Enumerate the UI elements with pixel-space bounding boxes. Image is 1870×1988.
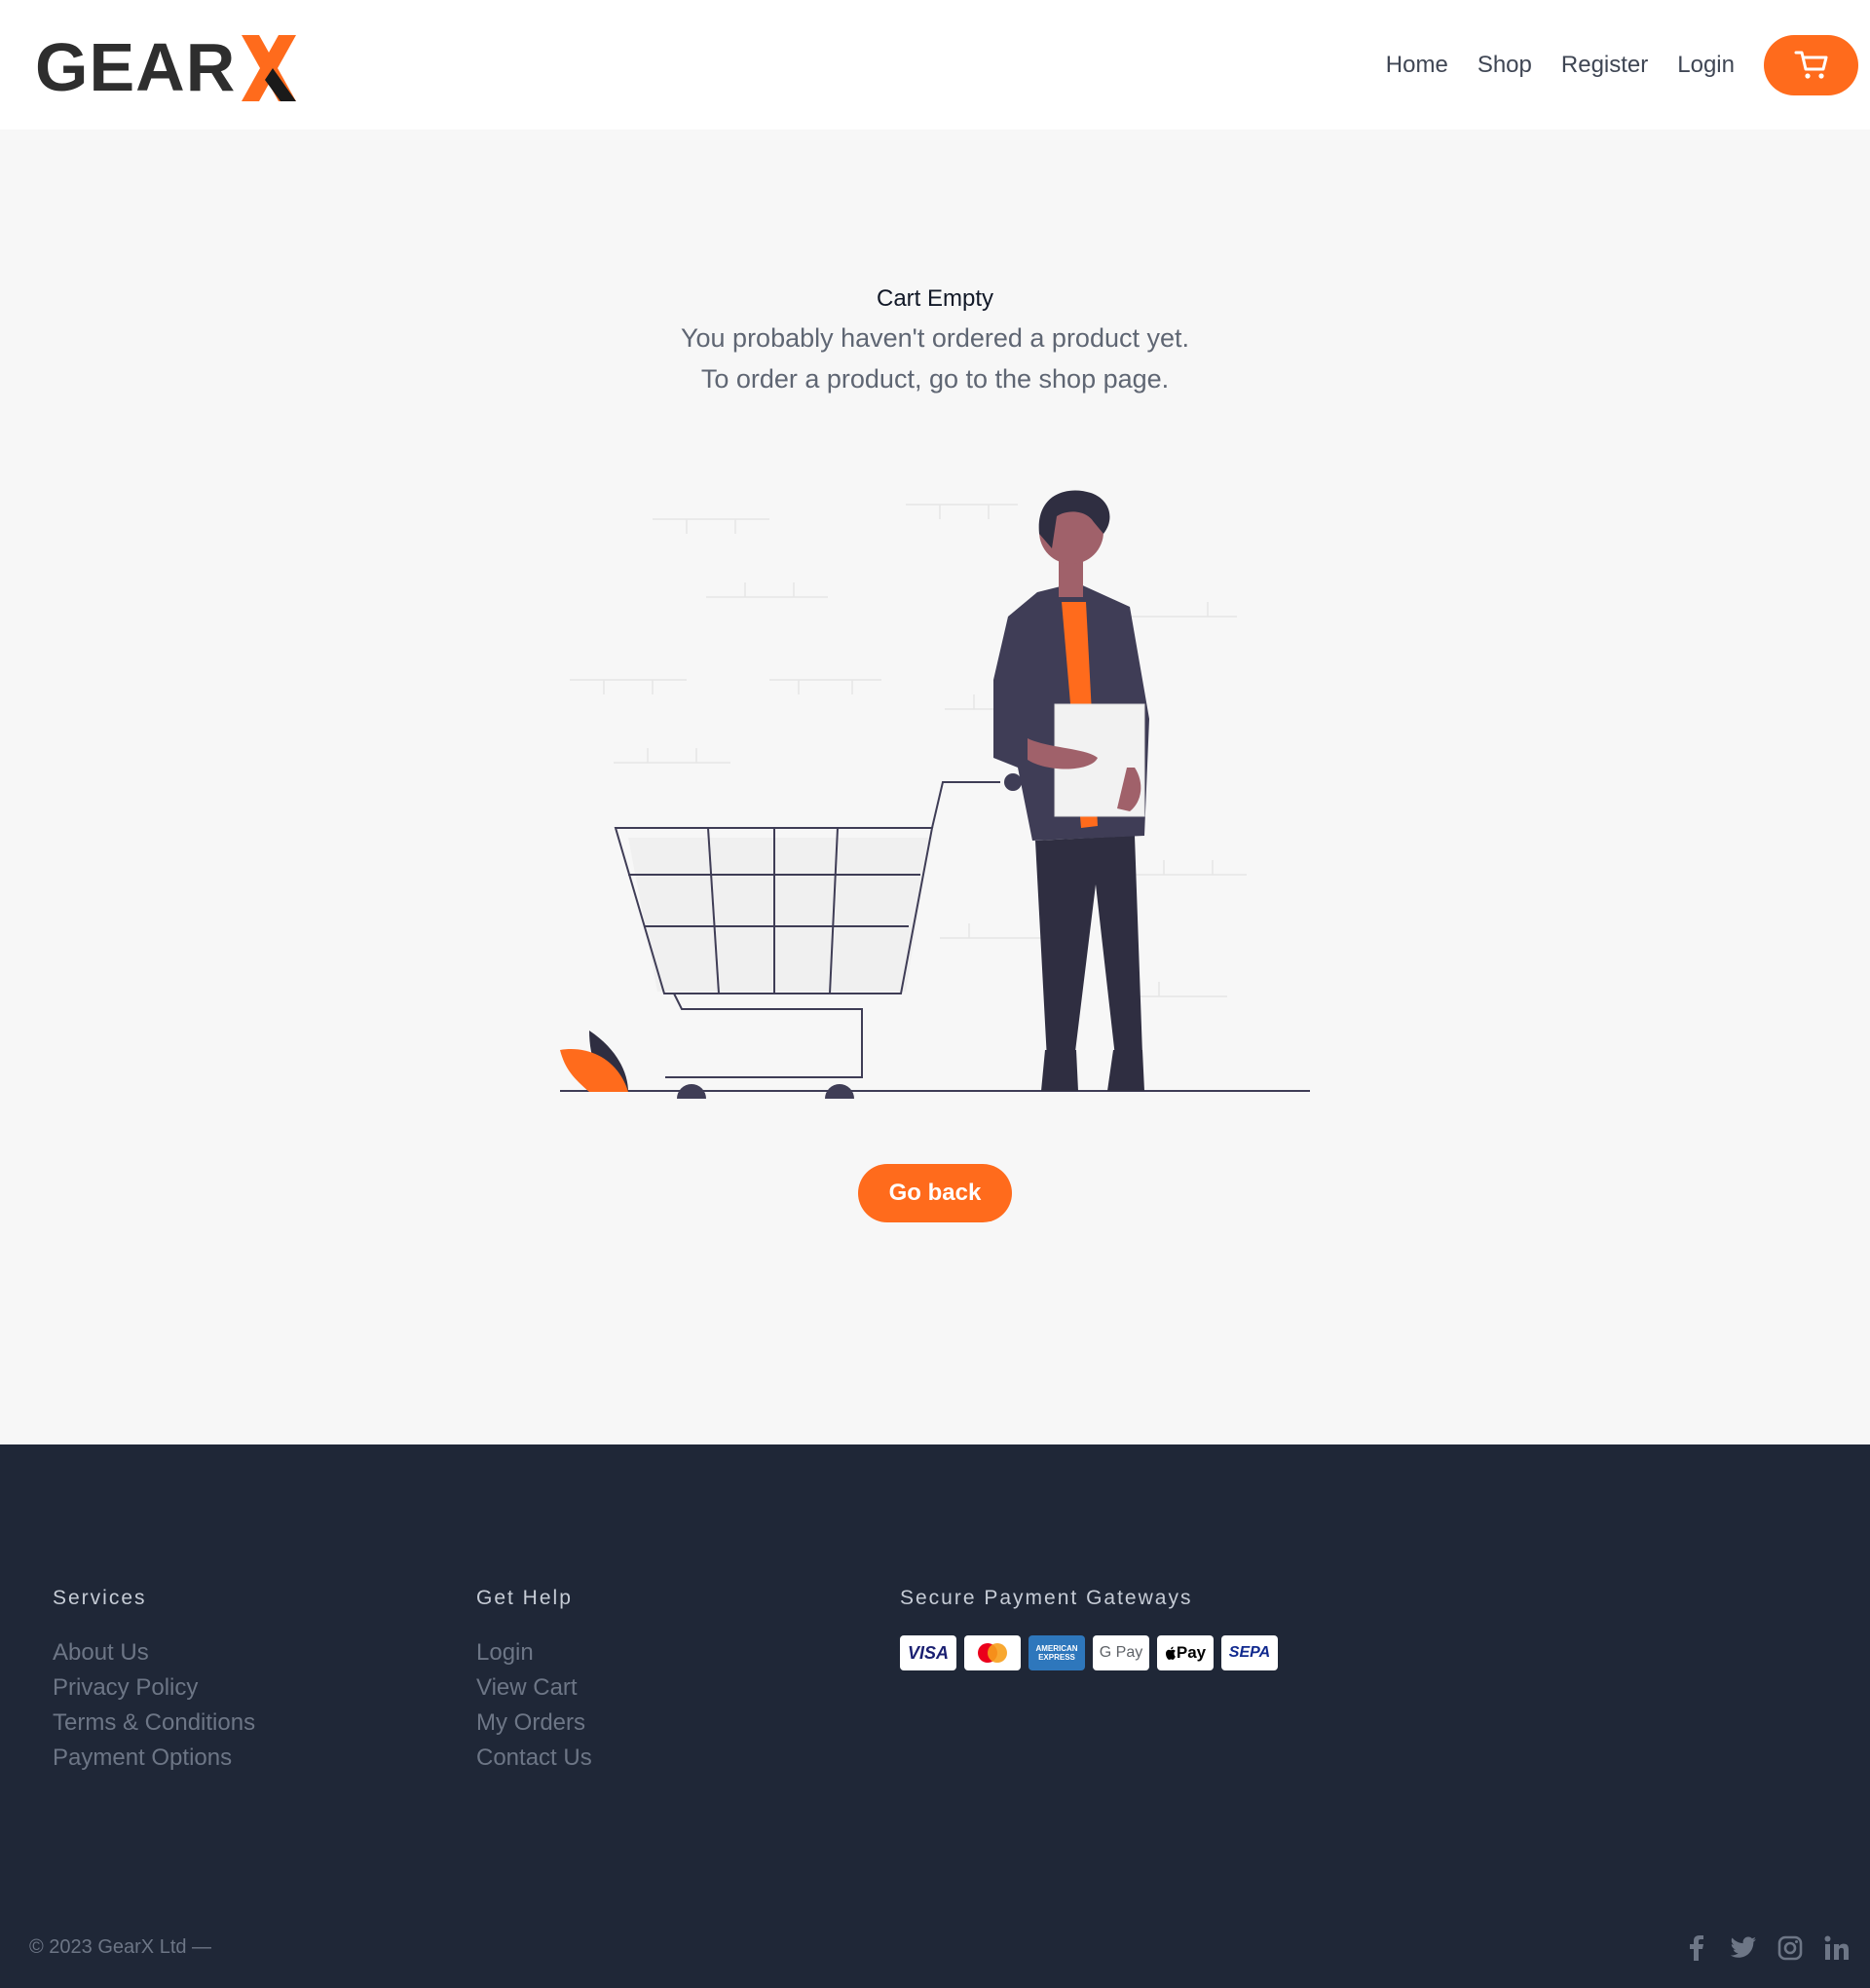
social-links xyxy=(1683,1934,1851,1962)
main-nav: Home Shop Register Login xyxy=(1386,0,1870,130)
footer-services: Services About Us Privacy Policy Terms &… xyxy=(53,1587,255,1776)
cart-page: Cart Empty You probably haven't ordered … xyxy=(0,130,1870,1444)
empty-cart-illustration xyxy=(560,490,1310,1099)
google-pay-logo: G Pay xyxy=(1093,1635,1149,1670)
facebook-icon[interactable] xyxy=(1683,1934,1710,1962)
apple-icon xyxy=(1165,1646,1176,1660)
footer-link-my-orders[interactable]: My Orders xyxy=(476,1706,592,1741)
nav-register[interactable]: Register xyxy=(1561,52,1648,79)
empty-cart-hint: To order a product, go to the shop page. xyxy=(700,364,1170,394)
copyright-text: © 2023 GearX Ltd — xyxy=(29,1936,212,1958)
payment-methods: VISA AMERICAN EXPRESS G Pay Pay SEPA xyxy=(900,1635,1278,1670)
footer-payments-title: Secure Payment Gateways xyxy=(900,1587,1193,1609)
footer-help-title: Get Help xyxy=(476,1587,573,1609)
linkedin-icon[interactable] xyxy=(1823,1934,1851,1962)
amex-logo: AMERICAN EXPRESS xyxy=(1028,1635,1085,1670)
footer-link-about-us[interactable]: About Us xyxy=(53,1635,255,1670)
apple-pay-logo: Pay xyxy=(1157,1635,1214,1670)
footer-link-view-cart[interactable]: View Cart xyxy=(476,1670,592,1706)
site-header: GEAR Home Shop Register Login xyxy=(0,0,1870,130)
go-back-button[interactable]: Go back xyxy=(858,1164,1012,1222)
footer-link-contact-us[interactable]: Contact Us xyxy=(476,1741,592,1776)
footer-help: Get Help Login View Cart My Orders Conta… xyxy=(476,1587,592,1776)
footer-services-title: Services xyxy=(53,1587,147,1609)
cart-button[interactable] xyxy=(1764,34,1858,95)
apple-pay-text: Pay xyxy=(1176,1643,1207,1662)
instagram-icon[interactable] xyxy=(1776,1934,1804,1962)
twitter-icon[interactable] xyxy=(1730,1934,1757,1962)
empty-cart-message: You probably haven't ordered a product y… xyxy=(680,323,1190,353)
brand-x-mark xyxy=(242,35,297,101)
empty-cart-title: Cart Empty xyxy=(876,285,994,312)
brand-logo[interactable]: GEAR xyxy=(35,29,300,101)
nav-shop[interactable]: Shop xyxy=(1477,52,1532,79)
visa-logo: VISA xyxy=(900,1635,956,1670)
footer-link-payment-options[interactable]: Payment Options xyxy=(53,1741,255,1776)
footer-payments: Secure Payment Gateways VISA AMERICAN EX… xyxy=(900,1587,1278,1670)
nav-login[interactable]: Login xyxy=(1677,52,1735,79)
mastercard-logo xyxy=(964,1635,1021,1670)
footer-link-terms[interactable]: Terms & Conditions xyxy=(53,1706,255,1741)
sepa-logo: SEPA xyxy=(1221,1635,1278,1670)
shopping-cart-icon xyxy=(1794,51,1827,79)
brand-name-text: GEAR xyxy=(35,29,237,105)
footer-link-login[interactable]: Login xyxy=(476,1635,592,1670)
footer-link-privacy-policy[interactable]: Privacy Policy xyxy=(53,1670,255,1706)
site-footer: Services About Us Privacy Policy Terms &… xyxy=(0,1444,1870,1988)
nav-home[interactable]: Home xyxy=(1386,52,1448,79)
